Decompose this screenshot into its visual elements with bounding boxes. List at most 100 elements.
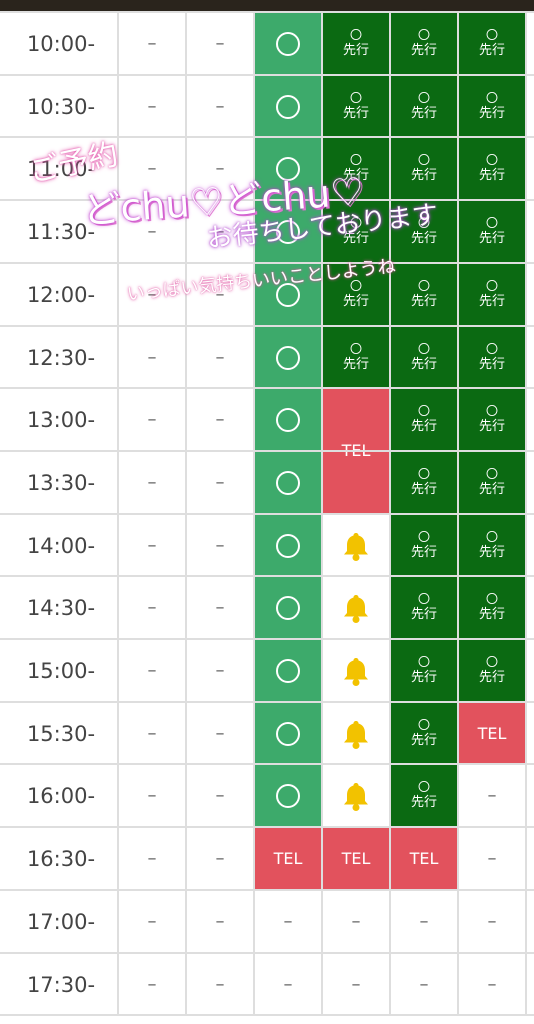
available-slot[interactable]	[254, 388, 322, 451]
advance-mark: 〇	[417, 654, 430, 669]
unavailable-slot: –	[118, 326, 186, 389]
advance-slot[interactable]: 〇先行	[390, 137, 458, 200]
advance-mark: 〇	[485, 403, 498, 418]
advance-mark: 〇	[417, 717, 430, 732]
dash-mark: –	[215, 347, 225, 368]
advance-slot[interactable]: 〇先行	[390, 75, 458, 138]
dash-mark: –	[215, 158, 225, 179]
advance-mark: 〇	[485, 341, 498, 356]
row-divider	[0, 763, 534, 765]
advance-slot[interactable]: 〇先行	[390, 764, 458, 827]
notify-slot[interactable]	[322, 576, 390, 639]
advance-text: 先行	[410, 105, 437, 121]
advance-mark: 〇	[349, 215, 362, 230]
available-slot[interactable]	[254, 514, 322, 577]
unavailable-slot: –	[254, 890, 322, 953]
unavailable-slot: –	[118, 764, 186, 827]
row-divider	[0, 889, 534, 891]
tel-slot[interactable]: TEL	[390, 827, 458, 890]
available-slot[interactable]	[254, 326, 322, 389]
advance-slot[interactable]: 〇先行	[322, 263, 390, 326]
advance-slot[interactable]: 〇先行	[322, 12, 390, 75]
advance-text: 先行	[410, 293, 437, 309]
unavailable-slot: –	[186, 764, 254, 827]
dash-mark: –	[215, 409, 225, 430]
advance-slot[interactable]: 〇先行	[322, 137, 390, 200]
column-divider	[117, 12, 119, 1015]
tel-slot[interactable]: TEL	[254, 827, 322, 890]
unavailable-slot: –	[322, 890, 390, 953]
circle-icon	[276, 407, 300, 432]
notify-slot[interactable]	[322, 764, 390, 827]
advance-mark: 〇	[417, 466, 430, 481]
advance-mark: 〇	[417, 341, 430, 356]
advance-slot[interactable]: 〇先行	[390, 263, 458, 326]
available-slot[interactable]	[254, 451, 322, 514]
advance-slot[interactable]: 〇先行	[322, 200, 390, 263]
advance-slot[interactable]: 〇先行	[458, 451, 526, 514]
dash-mark: –	[351, 974, 361, 995]
advance-slot[interactable]: 〇先行	[322, 326, 390, 389]
advance-text: 先行	[410, 42, 437, 58]
notify-slot[interactable]	[322, 702, 390, 765]
advance-slot[interactable]: 〇先行	[390, 388, 458, 451]
advance-slot[interactable]: 〇先行	[390, 639, 458, 702]
dash-mark: –	[147, 33, 157, 54]
advance-slot[interactable]: 〇先行	[390, 451, 458, 514]
advance-text: 先行	[410, 669, 437, 685]
tel-slot[interactable]: TEL	[458, 702, 526, 765]
available-slot[interactable]	[254, 764, 322, 827]
advance-slot[interactable]: 〇先行	[390, 200, 458, 263]
advance-mark: 〇	[485, 529, 498, 544]
available-slot[interactable]	[254, 200, 322, 263]
advance-slot[interactable]: 〇先行	[390, 12, 458, 75]
advance-mark: 〇	[349, 90, 362, 105]
advance-slot[interactable]: 〇先行	[458, 639, 526, 702]
dash-mark: –	[487, 911, 497, 932]
time-label: 10:30-	[26, 94, 96, 119]
unavailable-slot: –	[118, 388, 186, 451]
advance-slot[interactable]: 〇先行	[322, 75, 390, 138]
available-slot[interactable]	[254, 576, 322, 639]
dash-mark: –	[351, 911, 361, 932]
advance-slot[interactable]: 〇先行	[458, 12, 526, 75]
unavailable-slot: –	[186, 137, 254, 200]
tel-slot[interactable]: TEL	[322, 827, 390, 890]
advance-slot[interactable]: 〇先行	[458, 200, 526, 263]
advance-mark: 〇	[349, 152, 362, 167]
dash-mark: –	[487, 785, 497, 806]
circle-icon	[276, 470, 300, 495]
advance-slot[interactable]: 〇先行	[458, 137, 526, 200]
dash-mark: –	[283, 911, 293, 932]
advance-slot[interactable]: 〇先行	[458, 514, 526, 577]
advance-mark: 〇	[417, 27, 430, 42]
advance-slot[interactable]: 〇先行	[458, 326, 526, 389]
notify-slot[interactable]	[322, 639, 390, 702]
advance-slot[interactable]: 〇先行	[390, 576, 458, 639]
available-slot[interactable]	[254, 12, 322, 75]
time-label: 11:30-	[26, 219, 96, 244]
advance-slot[interactable]: 〇先行	[458, 576, 526, 639]
available-slot[interactable]	[254, 263, 322, 326]
time-label: 16:00-	[26, 783, 96, 808]
advance-slot[interactable]: 〇先行	[458, 75, 526, 138]
dash-mark: –	[147, 660, 157, 681]
advance-mark: 〇	[417, 215, 430, 230]
dash-mark: –	[215, 911, 225, 932]
tel-text: TEL	[409, 849, 439, 868]
available-slot[interactable]	[254, 75, 322, 138]
available-slot[interactable]	[254, 702, 322, 765]
advance-mark: 〇	[417, 278, 430, 293]
advance-slot[interactable]: 〇先行	[458, 263, 526, 326]
advance-slot[interactable]: 〇先行	[390, 702, 458, 765]
available-slot[interactable]	[254, 639, 322, 702]
advance-text: 先行	[478, 105, 505, 121]
available-slot[interactable]	[254, 137, 322, 200]
tel-text: TEL	[273, 849, 303, 868]
advance-slot[interactable]: 〇先行	[390, 514, 458, 577]
advance-text: 先行	[410, 794, 437, 810]
advance-slot[interactable]: 〇先行	[390, 326, 458, 389]
advance-slot[interactable]: 〇先行	[458, 388, 526, 451]
row-divider	[0, 199, 534, 201]
notify-slot[interactable]	[322, 514, 390, 577]
